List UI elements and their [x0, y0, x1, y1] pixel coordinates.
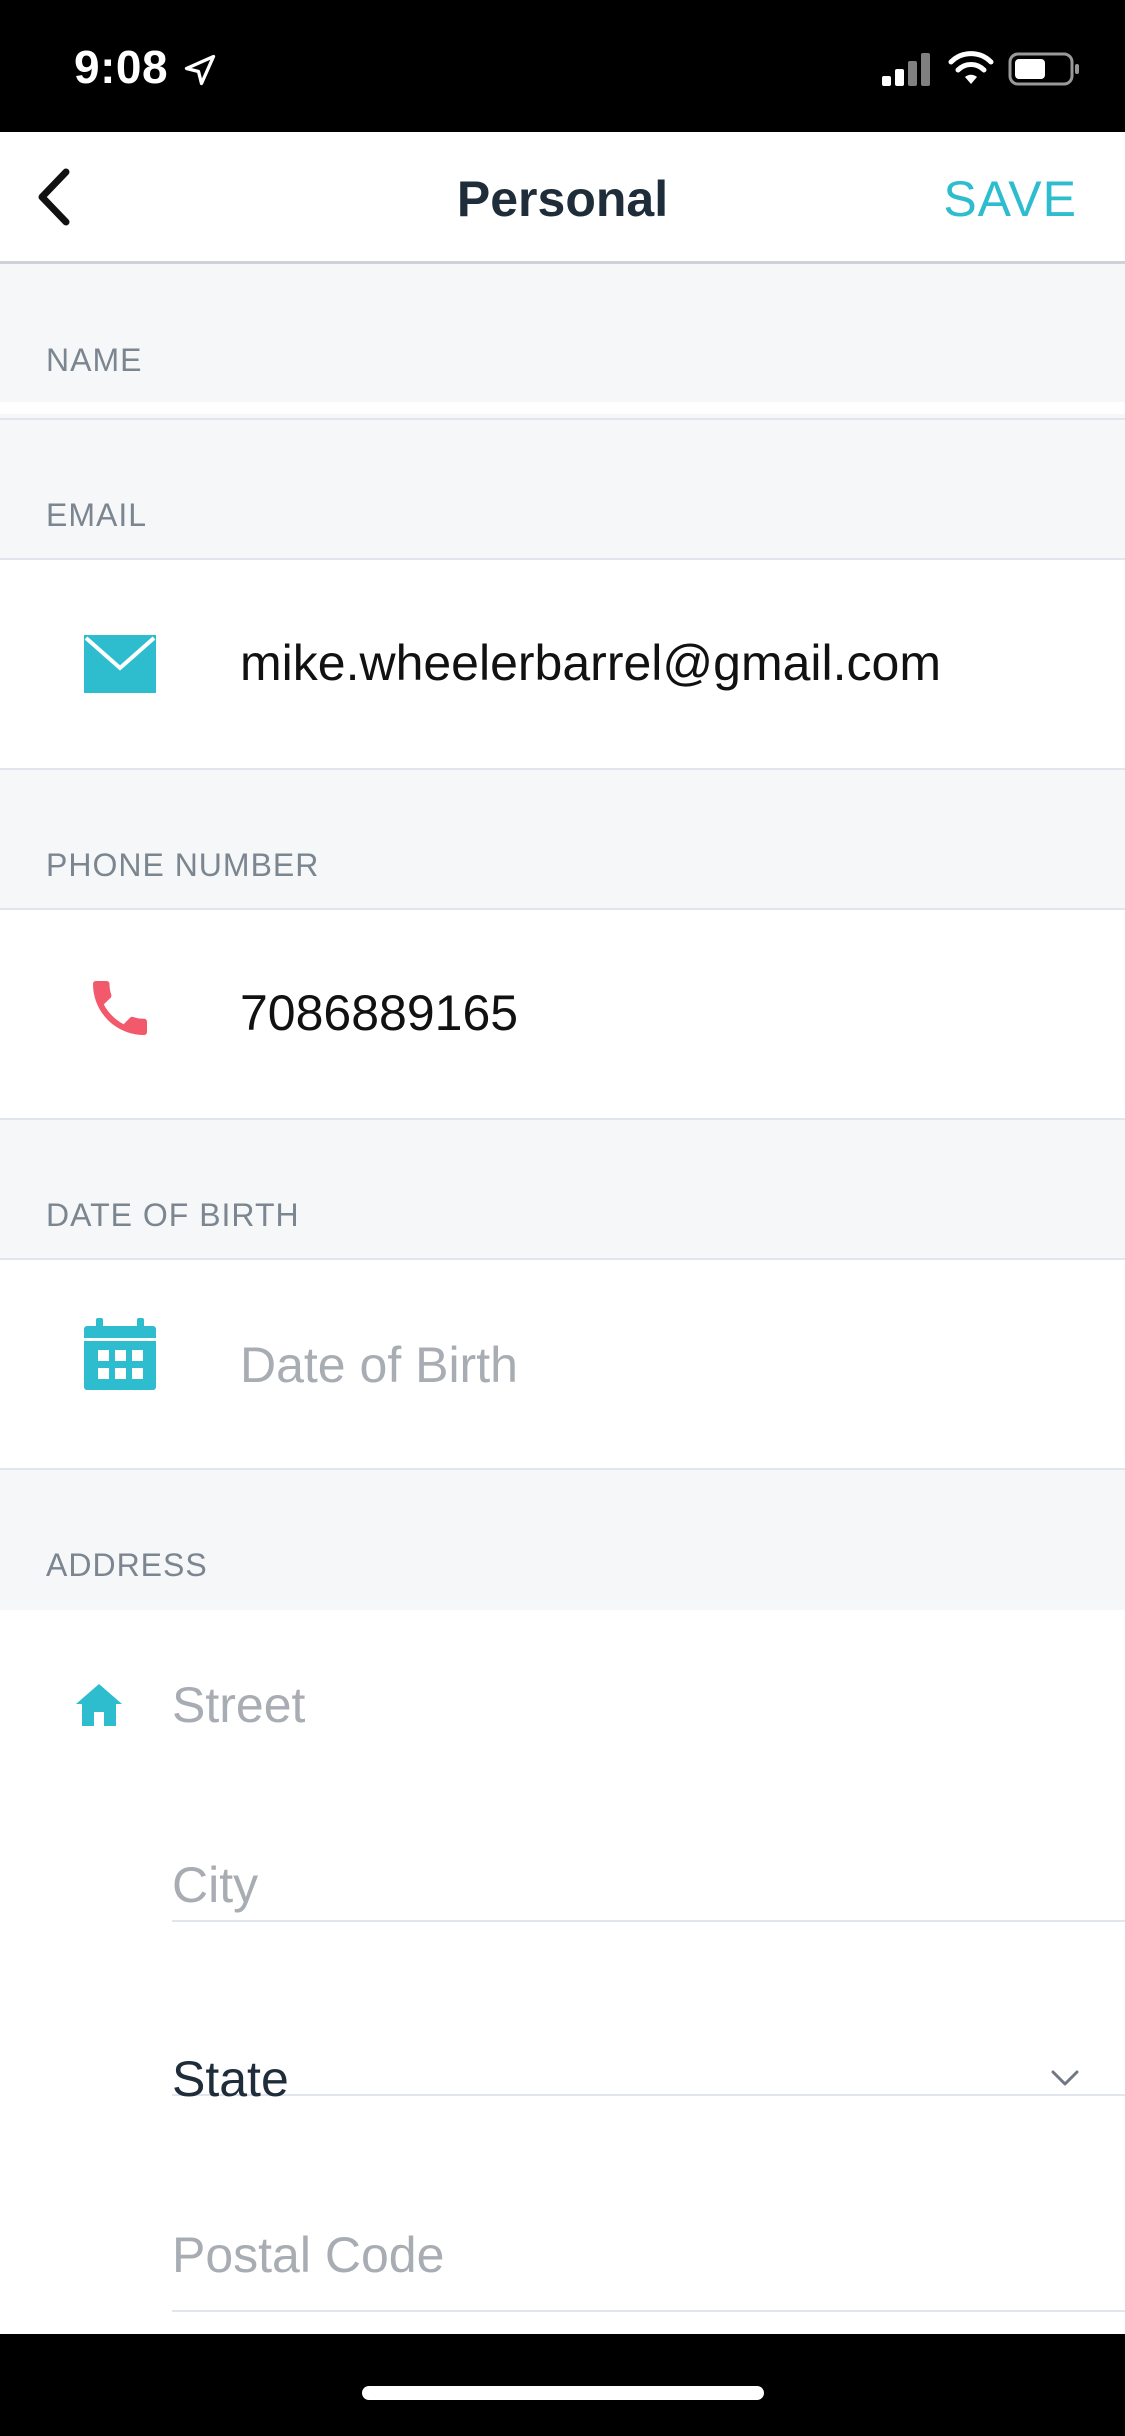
state-select[interactable]: State	[172, 2050, 1125, 2108]
calendar-icon	[84, 1318, 156, 1390]
section-label-name: NAME	[46, 342, 143, 378]
address-block: Street City State Postal Code	[0, 1610, 1125, 2334]
nav-bar: Personal SAVE	[0, 132, 1125, 264]
name-field[interactable]	[0, 402, 1125, 414]
wifi-icon	[948, 51, 994, 84]
city-field[interactable]: City	[172, 1856, 1125, 1914]
signal-icon	[882, 53, 930, 86]
app-screen: Personal SAVE NAME EMAIL mike.wheelerbar…	[0, 132, 1125, 2334]
section-label-email: EMAIL	[46, 497, 148, 533]
home-indicator[interactable]	[362, 2386, 764, 2400]
battery-icon	[1008, 52, 1079, 86]
save-button[interactable]: SAVE	[943, 170, 1077, 228]
status-time: 9:08	[74, 41, 169, 93]
phone-row[interactable]: 7086889165	[0, 908, 1125, 1120]
home-icon	[76, 1684, 122, 1726]
chevron-down-icon[interactable]	[1049, 2068, 1081, 2088]
status-bar: 9:08	[0, 0, 1125, 132]
phone-field[interactable]: 7086889165	[240, 984, 518, 1042]
dob-row[interactable]: Date of Birth	[0, 1258, 1125, 1470]
email-field[interactable]: mike.wheelerbarrel@gmail.com	[240, 634, 941, 692]
mail-icon	[84, 635, 156, 693]
dob-field[interactable]: Date of Birth	[240, 1336, 518, 1394]
phone-icon	[93, 981, 147, 1035]
street-field[interactable]: Street	[172, 1676, 1125, 1734]
section-label-dob: DATE OF BIRTH	[46, 1197, 300, 1233]
divider	[172, 1920, 1125, 1922]
home-bar-area	[0, 2334, 1125, 2436]
section-label-address: ADDRESS	[46, 1547, 208, 1583]
divider	[0, 418, 1125, 420]
section-label-phone: PHONE NUMBER	[46, 847, 320, 883]
postal-code-field[interactable]: Postal Code	[172, 2226, 1125, 2284]
email-row[interactable]: mike.wheelerbarrel@gmail.com	[0, 558, 1125, 770]
location-arrow-icon	[184, 54, 216, 86]
divider	[172, 2310, 1125, 2312]
